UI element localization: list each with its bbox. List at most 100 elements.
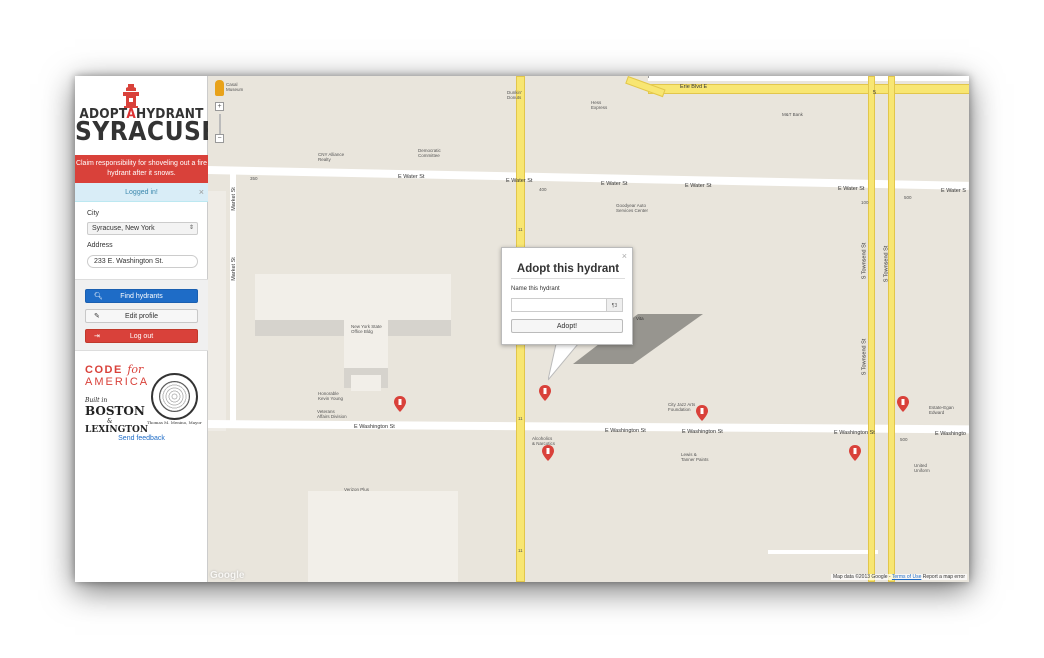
- find-hydrants-label: Find hydrants: [120, 293, 163, 300]
- map-label: Market St: [230, 187, 237, 211]
- map-building: [255, 320, 345, 336]
- hydrant-marker-icon[interactable]: [696, 405, 708, 421]
- hydrant-marker-icon[interactable]: [394, 396, 406, 412]
- close-icon[interactable]: ×: [199, 183, 204, 202]
- adopt-a-hydrant-logo[interactable]: ADOPTAHYDRANT SYRACUSE: [75, 76, 217, 154]
- edit-profile-button[interactable]: ✎ Edit profile: [85, 309, 198, 323]
- built-in-boston-logo: Built in BOSTON & LEXINGTON: [85, 397, 149, 435]
- townsend-street-road-1: [868, 76, 875, 582]
- edit-profile-label: Edit profile: [124, 313, 159, 320]
- map-poi: Democratic Committee: [418, 148, 441, 158]
- hydrant-marker-icon[interactable]: [897, 396, 909, 412]
- hydrant-marker-icon[interactable]: [542, 445, 554, 461]
- map-label: 7: [647, 76, 651, 80]
- city-select[interactable]: Syracuse, New York ⇕: [87, 222, 198, 235]
- code-for-america-logo[interactable]: CODE for AMERICA: [85, 364, 149, 389]
- edit-icon: ✎: [94, 313, 100, 320]
- zoom-in-button[interactable]: +: [215, 102, 224, 111]
- send-feedback-link[interactable]: Send feedback: [75, 435, 208, 442]
- zoom-out-button[interactable]: −: [215, 134, 224, 143]
- map-label: E Water St: [398, 174, 425, 180]
- route-shield: 11: [518, 416, 523, 421]
- popup-title: Adopt this hydrant: [511, 263, 625, 279]
- popup-pointer: [548, 344, 579, 381]
- adopt-button[interactable]: Adopt!: [511, 319, 623, 333]
- hydrant-marker-icon[interactable]: [539, 385, 551, 401]
- adopt-popup: × Adopt this hydrant Name this hydrant ¶…: [501, 247, 633, 345]
- report-map-error-link[interactable]: Report a map error: [923, 574, 965, 580]
- mayor-caption: Thomas M. Menino, Mayor: [147, 420, 202, 425]
- terms-of-use-link[interactable]: Terms of Use: [892, 574, 921, 580]
- hydrant-marker-icon[interactable]: [849, 445, 861, 461]
- route-shield: 11: [518, 548, 523, 553]
- map-label: E Water St: [506, 178, 533, 184]
- alert-text: Logged in!: [125, 189, 158, 196]
- city-select-value: Syracuse, New York: [92, 225, 155, 232]
- map-label: 500: [904, 195, 912, 200]
- map-poi: United Uniform: [914, 463, 930, 473]
- hydrant-icon: [123, 84, 139, 108]
- map-label: E Water S: [941, 188, 966, 194]
- log-out-button[interactable]: ⇥ Log out: [85, 329, 198, 343]
- map-poi: Veterans Affairs Division: [317, 409, 347, 419]
- map-road: [648, 76, 969, 81]
- map[interactable]: + − Erie Blvd E 5 7 E Water St E Water S…: [208, 76, 969, 582]
- map-building: [255, 274, 451, 322]
- select-arrows-icon: ⇕: [188, 225, 194, 231]
- city-seal-icon: [151, 373, 198, 420]
- street-view-pegman-icon[interactable]: [215, 80, 224, 96]
- map-poi: Verizon Plus: [344, 487, 370, 492]
- map-label: S Townsend St: [861, 338, 868, 376]
- map-building: [308, 491, 458, 582]
- zoom-slider[interactable]: [219, 114, 221, 136]
- find-hydrants-button[interactable]: 🔍︎ Find hydrants: [85, 289, 198, 303]
- map-building: [351, 375, 381, 391]
- button-panel: 🔍︎ Find hydrants ✎ Edit profile ⇥ Log ou…: [75, 279, 208, 351]
- map-label: 5: [873, 90, 877, 96]
- map-poi: CNY Alliance Realty: [318, 152, 345, 162]
- map-poi: City Jazz Arts Foundation: [668, 402, 696, 412]
- map-poi: Hess Express: [591, 100, 608, 110]
- map-poi: Estate-Egan Edward: [929, 405, 954, 415]
- address-input[interactable]: 233 E. Washington St.: [87, 255, 198, 268]
- map-label: 100: [861, 200, 869, 205]
- map-label: E Water St: [838, 186, 865, 192]
- google-logo[interactable]: Google: [210, 570, 244, 581]
- map-poi: Dunkin' Donuts: [507, 90, 522, 100]
- logout-icon: ⇥: [94, 333, 100, 340]
- sidebar: ADOPTAHYDRANT SYRACUSE Claim responsibil…: [75, 76, 217, 582]
- map-label: Market St: [230, 257, 237, 281]
- route-shield: 11: [518, 227, 523, 232]
- hydrant-name-input[interactable]: [511, 298, 607, 312]
- townsend-street-road-2: [888, 76, 895, 582]
- input-addon: ¶3: [607, 298, 623, 312]
- hydrant-name-label: Name this hydrant: [511, 286, 560, 292]
- logged-in-alert: Logged in! ×: [75, 183, 208, 202]
- map-label: E Washington St: [354, 424, 395, 430]
- map-poi: Lewis & Tanner Paints: [681, 452, 709, 462]
- map-label: E Water St: [685, 183, 712, 189]
- map-poi: Casal Museum: [226, 82, 244, 92]
- tagline-banner: Claim responsibility for shoveling out a…: [75, 155, 208, 183]
- map-label: E Washington St: [834, 430, 875, 436]
- log-out-label: Log out: [129, 333, 154, 340]
- search-icon: 🔍︎: [94, 293, 103, 300]
- map-footer: Map data ©2013 Google - Terms of Use Rep…: [830, 574, 967, 580]
- map-poi: Goodyear Auto Services Center: [616, 203, 649, 213]
- map-label: 500: [900, 437, 908, 442]
- map-label: S Townsend St: [883, 245, 890, 283]
- map-block: [208, 191, 226, 431]
- map-poi: M&T Bank: [782, 112, 803, 117]
- map-label: E Washingto: [935, 431, 966, 437]
- map-poi: New York State Office Bldg: [351, 324, 382, 334]
- app-window: ADOPTAHYDRANT SYRACUSE Claim responsibil…: [75, 76, 969, 582]
- address-label: Address: [87, 242, 113, 249]
- map-label: 400: [539, 187, 547, 192]
- map-label: Erie Blvd E: [680, 84, 708, 90]
- map-label: E Washington St: [682, 429, 723, 435]
- city-label: City: [87, 210, 100, 217]
- map-road: [768, 550, 878, 554]
- close-icon[interactable]: ×: [622, 251, 627, 261]
- map-poi: Honorable Kevin Young: [318, 391, 344, 401]
- map-label: S Townsend St: [861, 242, 868, 280]
